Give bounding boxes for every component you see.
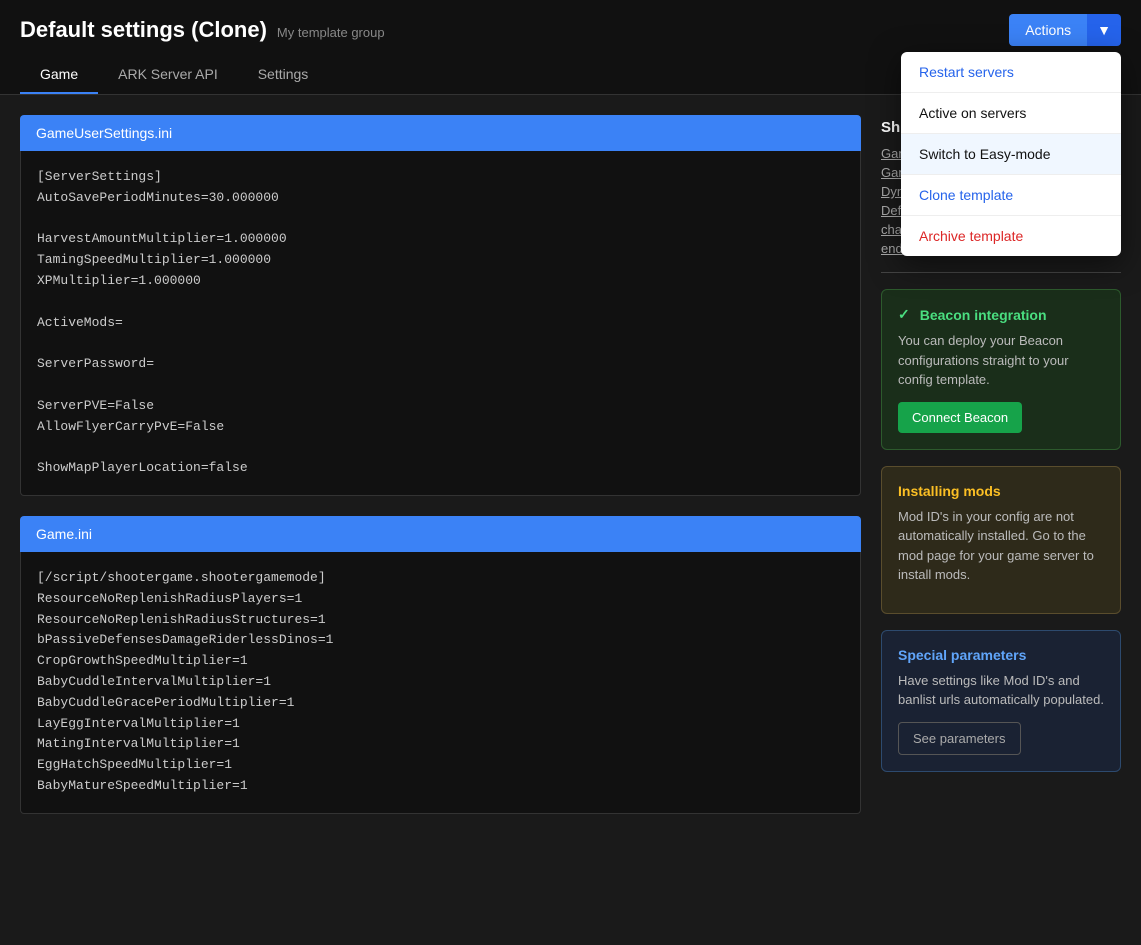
dropdown-active-servers[interactable]: Active on servers [901, 93, 1121, 134]
connect-beacon-button[interactable]: Connect Beacon [898, 402, 1022, 433]
dropdown-archive-template[interactable]: Archive template [901, 216, 1121, 256]
left-panel: GameUserSettings.ini [ServerSettings] Au… [20, 115, 861, 834]
file-header-gameini: Game.ini [20, 516, 861, 552]
checkmark-icon: ✓ [898, 306, 910, 323]
sidebar-divider [881, 272, 1121, 273]
mods-card: Installing mods Mod ID's in your config … [881, 466, 1121, 614]
special-card-title: Special parameters [898, 647, 1104, 663]
beacon-card: ✓ Beacon integration You can deploy your… [881, 289, 1121, 450]
special-card: Special parameters Have settings like Mo… [881, 630, 1121, 772]
dropdown-switch-easymode[interactable]: Switch to Easy-mode [901, 134, 1121, 175]
breadcrumb-link[interactable]: My template group [277, 25, 385, 40]
dropdown-restart-servers[interactable]: Restart servers [901, 52, 1121, 93]
file-body-gameusersettings: [ServerSettings] AutoSavePeriodMinutes=3… [20, 151, 861, 496]
file-section-gameini: Game.ini [/script/shootergame.shootergam… [20, 516, 861, 814]
mods-card-text: Mod ID's in your config are not automati… [898, 507, 1104, 585]
mods-card-title: Installing mods [898, 483, 1104, 499]
file-content-gameusersettings[interactable]: [ServerSettings] AutoSavePeriodMinutes=3… [37, 167, 844, 479]
tab-ark-server-api[interactable]: ARK Server API [98, 56, 238, 94]
beacon-card-title: ✓ Beacon integration [898, 306, 1104, 323]
file-section-gameusersettings: GameUserSettings.ini [ServerSettings] Au… [20, 115, 861, 496]
tab-game[interactable]: Game [20, 56, 98, 94]
file-body-gameini: [/script/shootergame.shootergamemode] Re… [20, 552, 861, 814]
tab-settings[interactable]: Settings [238, 56, 329, 94]
file-header-gameusersettings: GameUserSettings.ini [20, 115, 861, 151]
see-parameters-button[interactable]: See parameters [898, 722, 1021, 755]
special-card-text: Have settings like Mod ID's and banlist … [898, 671, 1104, 710]
file-content-gameini[interactable]: [/script/shootergame.shootergamemode] Re… [37, 568, 844, 797]
dropdown-clone-template[interactable]: Clone template [901, 175, 1121, 216]
actions-caret-button[interactable]: ▼ [1087, 14, 1121, 46]
header-actions: Actions ▼ [1009, 14, 1121, 46]
beacon-card-text: You can deploy your Beacon configuration… [898, 331, 1104, 390]
dropdown-menu: Restart servers Active on servers Switch… [901, 52, 1121, 256]
actions-button[interactable]: Actions [1009, 14, 1087, 46]
page-title: Default settings (Clone) [20, 17, 267, 43]
